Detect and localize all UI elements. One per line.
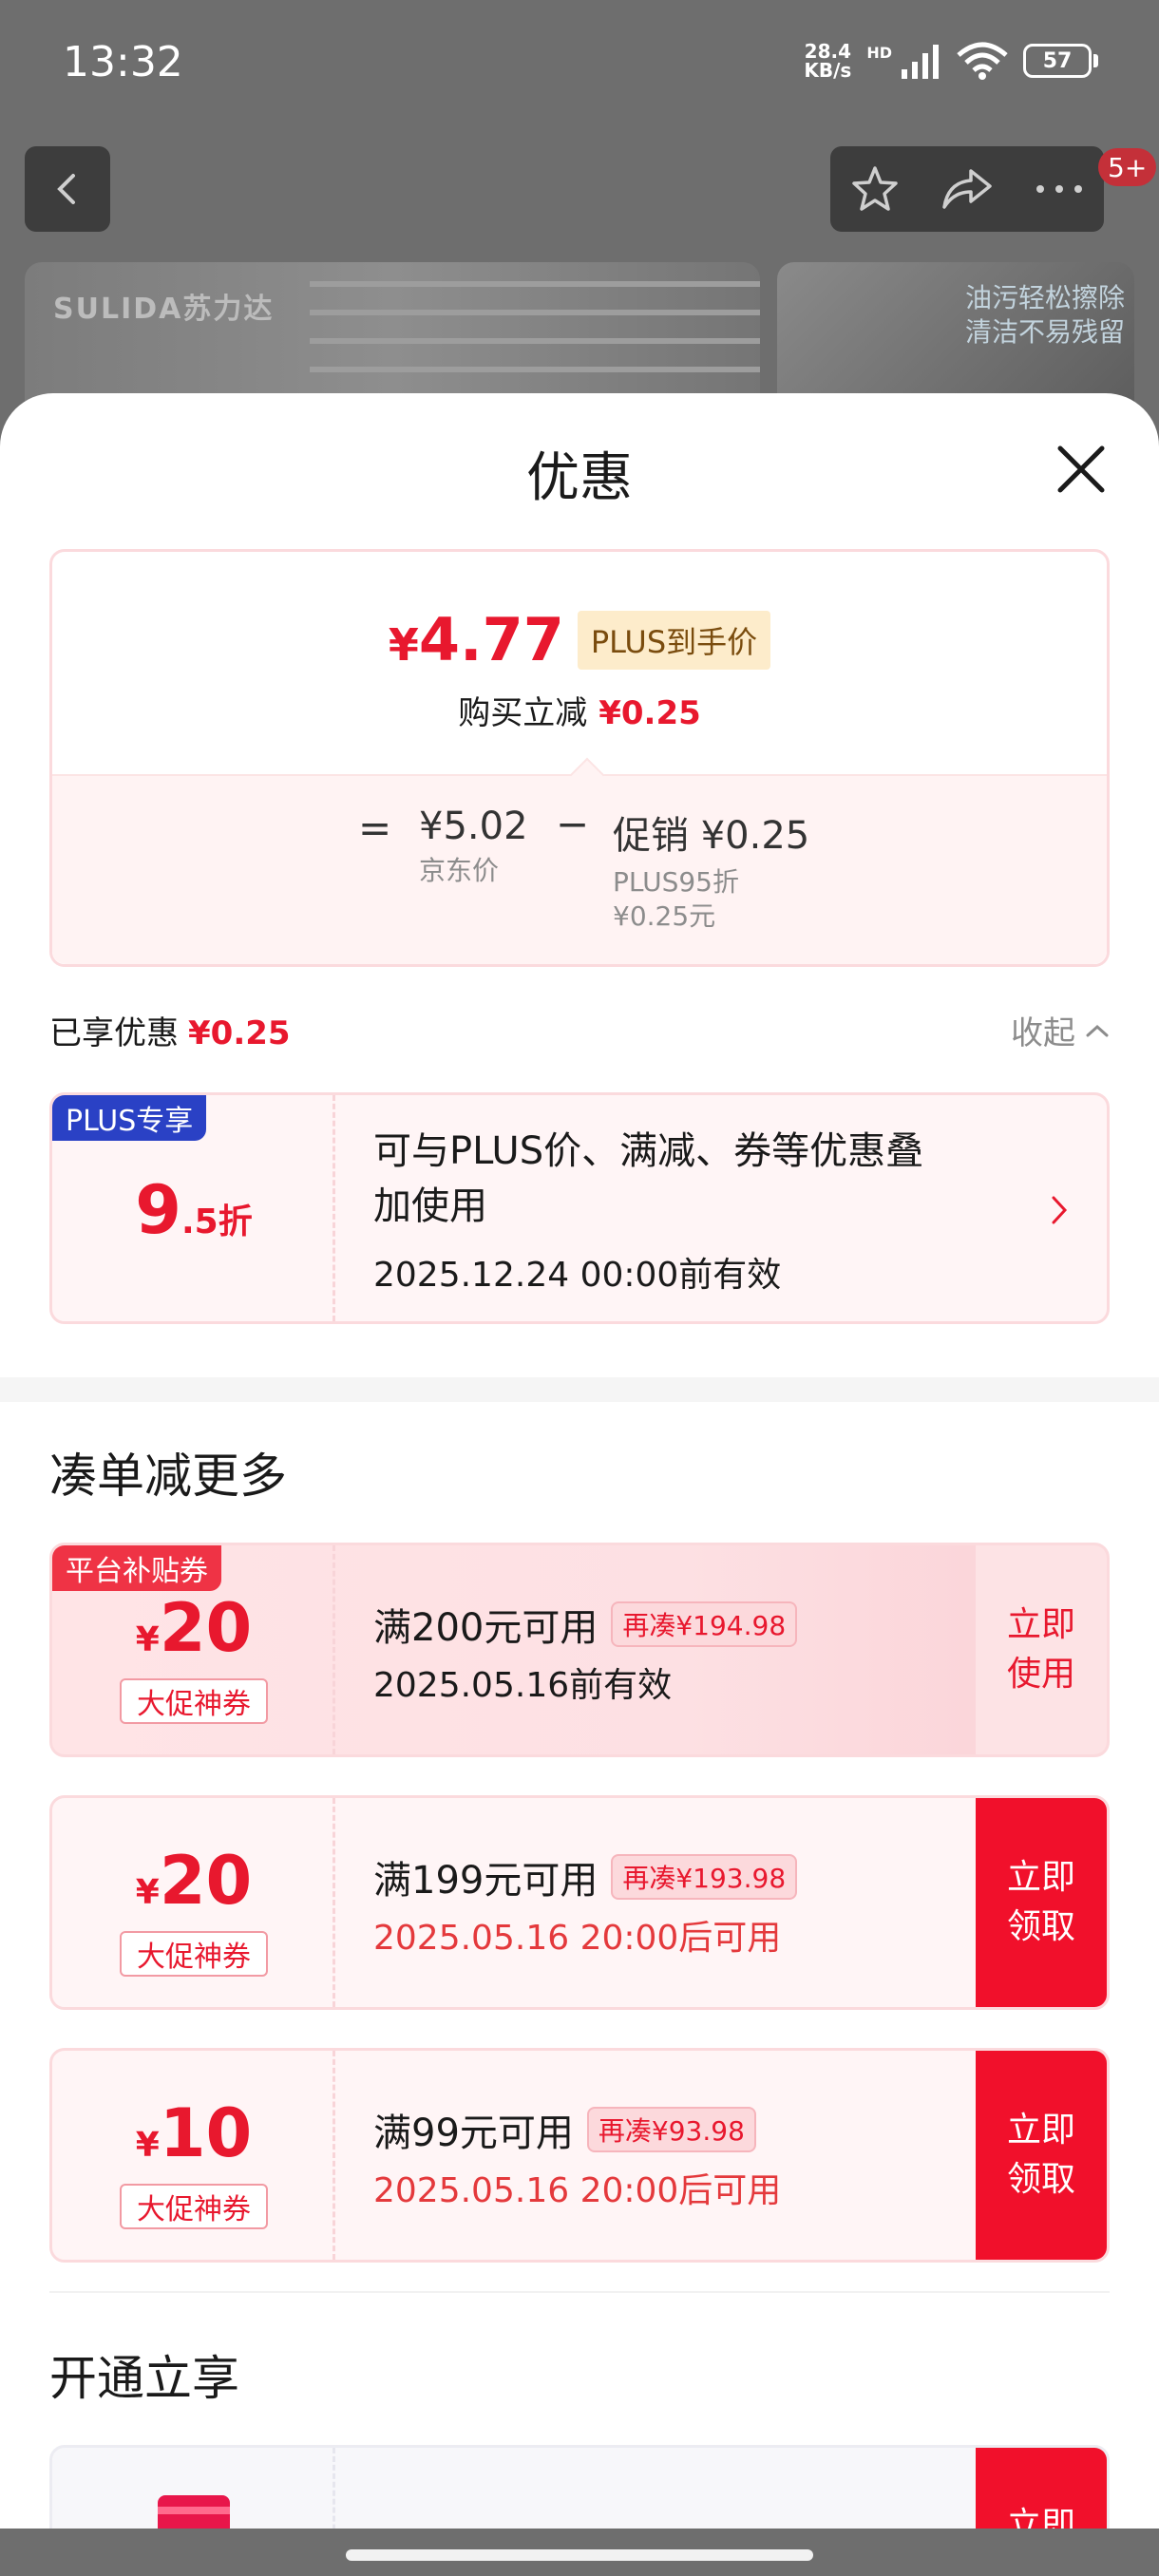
coupon-validity: 2025.05.16 20:00后可用 [373, 1919, 782, 1958]
battery-icon: 57 [1023, 44, 1098, 78]
final-price-row: ¥4.77 PLUS到手价 [52, 605, 1107, 674]
back-button[interactable] [25, 146, 110, 232]
signal-icon [902, 45, 939, 79]
claim-now-button[interactable]: 立即 领取 [976, 1798, 1107, 2007]
network-speed: 28.4 KB/s [804, 40, 852, 82]
chevron-left-icon [57, 174, 75, 204]
coupon-description: 可与PLUS价、满减、券等优惠叠 加使用 [373, 1129, 924, 1228]
coupon-validity: 2025.05.16 20:00后可用 [373, 2171, 782, 2210]
membership-icon-area [52, 2448, 335, 2529]
coupon-value-area: 平台补贴券 ¥20 大促神券 [52, 1545, 335, 1754]
product-image-secondary[interactable]: 油污轻松擦除 清洁不易残留 [777, 262, 1134, 414]
product-image-caption: 油污轻松擦除 清洁不易残留 [964, 282, 1125, 348]
coupon-amount: ¥20 [135, 1589, 253, 1667]
enjoyed-discount-row: 已享优惠 ¥0.25 收起 [49, 1001, 1110, 1058]
section-title-open: 开通立享 [49, 2351, 239, 2406]
coupon-condition: 满200元可用 再凑¥194.98 [373, 1597, 798, 1652]
home-indicator-area [0, 2529, 1159, 2576]
collapse-button[interactable]: 收起 [1011, 1007, 1110, 1053]
chevron-right-icon [1052, 1196, 1068, 1224]
section-title-more: 凑单减更多 [49, 1449, 287, 1504]
coupon-card[interactable]: ¥20 大促神券 满199元可用 再凑¥193.98 2025.05.16 20… [49, 1795, 1110, 2010]
membership-card[interactable]: 立即 [49, 2445, 1110, 2529]
nav-action-group [830, 146, 1104, 232]
coupon-value-area: PLUS专享 9.5折 [52, 1095, 335, 1321]
share-icon[interactable] [940, 165, 994, 213]
enjoyed-discount-label: 已享优惠 ¥0.25 [49, 1014, 291, 1052]
coupon-gap-pill: 再凑¥194.98 [611, 1601, 798, 1647]
coupon-gap-pill: 再凑¥193.98 [611, 1854, 798, 1900]
final-price: ¥4.77 [388, 605, 564, 674]
equals-sign: = [358, 805, 392, 851]
close-icon[interactable] [1053, 441, 1110, 498]
coupon-card[interactable]: ¥10 大促神券 满99元可用 再凑¥93.98 2025.05.16 20:0… [49, 2048, 1110, 2263]
use-now-button[interactable]: 立即 使用 [976, 1545, 1107, 1754]
sheet-title: 优惠 [526, 447, 633, 509]
product-image-main[interactable]: SULIDA苏力达 [25, 262, 760, 414]
price-breakdown-card: ¥4.77 PLUS到手价 购买立减 ¥0.25 = ¥5.02 京东价 − 促销… [49, 549, 1110, 967]
status-bar: 13:32 28.4 KB/s HD 57 [0, 0, 1159, 133]
coupon-amount: ¥20 [135, 1842, 253, 1920]
coupon-kind: 大促神券 [120, 2184, 268, 2229]
message-badge: 5+ [1098, 148, 1157, 186]
minus-sign: − [556, 801, 590, 847]
coupon-value-area: ¥20 大促神券 [52, 1798, 335, 2007]
section-separator [49, 2291, 1110, 2293]
coupon-kind: 大促神券 [120, 1678, 268, 1724]
discount-sheet: 优惠 ¥4.77 PLUS到手价 购买立减 ¥0.25 = ¥5.02 京东价 −… [0, 393, 1159, 2529]
hd-label: HD [866, 43, 892, 62]
price-calculation: = ¥5.02 京东价 − 促销 ¥0.25 PLUS95折 ¥0.25元 [52, 757, 1107, 964]
purchase-reduction: 购买立减 ¥0.25 [458, 694, 701, 732]
coupon-tag: PLUS专享 [52, 1095, 207, 1141]
product-image-strip: SULIDA苏力达 油污轻松擦除 清洁不易残留 [0, 262, 1159, 414]
product-top-nav: 5+ [0, 142, 1159, 237]
coupon-card[interactable]: 平台补贴券 ¥20 大促神券 满200元可用 再凑¥194.98 2025.05… [49, 1543, 1110, 1757]
status-time: 13:32 [63, 38, 183, 86]
coupon-validity: 2025.05.16前有效 [373, 1666, 673, 1705]
coupon-value-area: ¥10 大促神券 [52, 2051, 335, 2260]
wifi-icon [957, 42, 1008, 80]
coupon-gap-pill: 再凑¥93.98 [586, 2107, 756, 2152]
coupon-condition: 满99元可用 再凑¥93.98 [373, 2102, 756, 2157]
section-divider [0, 1377, 1159, 1402]
jd-price: ¥5.02 京东价 [419, 805, 528, 886]
chevron-up-icon [1086, 1024, 1109, 1036]
star-icon[interactable] [850, 164, 900, 214]
open-now-button[interactable]: 立即 [976, 2448, 1107, 2529]
home-bar[interactable] [346, 2549, 813, 2561]
coupon-kind: 大促神券 [120, 1931, 268, 1977]
coupon-tag: 平台补贴券 [52, 1545, 221, 1591]
coupon-validity: 2025.12.24 00:00前有效 [373, 1256, 782, 1295]
more-icon[interactable] [1035, 183, 1084, 195]
coupon-amount: ¥10 [135, 2094, 253, 2172]
coupon-discount: 9.5折 [135, 1171, 253, 1249]
brand-logo: SULIDA苏力达 [53, 293, 275, 326]
claim-now-button[interactable]: 立即 领取 [976, 2051, 1107, 2260]
card-icon [158, 2495, 230, 2529]
coupon-condition: 满199元可用 再凑¥193.98 [373, 1849, 798, 1904]
plus-price-tag: PLUS到手价 [577, 610, 771, 670]
plus-discount-coupon[interactable]: PLUS专享 9.5折 可与PLUS价、满减、券等优惠叠 加使用 2025.12… [49, 1092, 1110, 1324]
promotion-detail: 促销 ¥0.25 PLUS95折 ¥0.25元 [613, 814, 810, 932]
status-indicators: 28.4 KB/s HD 57 [804, 42, 1098, 80]
